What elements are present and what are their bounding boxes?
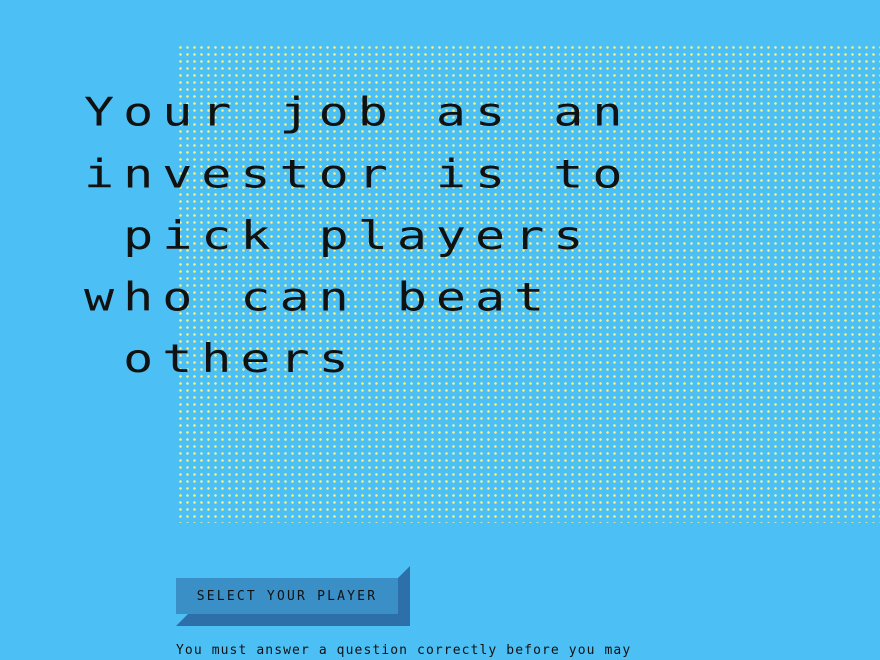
select-player-button-group: SELECT YOUR PLAYER: [176, 566, 410, 626]
headline-line: investor is to: [84, 151, 632, 197]
select-player-button-label: SELECT YOUR PLAYER: [196, 588, 378, 604]
headline-line: pick players: [84, 213, 593, 259]
select-player-button[interactable]: SELECT YOUR PLAYER: [176, 578, 398, 614]
hint-text: You must answer a question correctly bef…: [176, 643, 632, 658]
button-shadow-bottom: [176, 614, 410, 626]
headline-line: others: [84, 336, 358, 382]
headline: Your job as an investor is to pick player…: [84, 82, 844, 390]
headline-line: Your job as an: [84, 89, 632, 136]
headline-line: who can beat: [84, 274, 554, 320]
